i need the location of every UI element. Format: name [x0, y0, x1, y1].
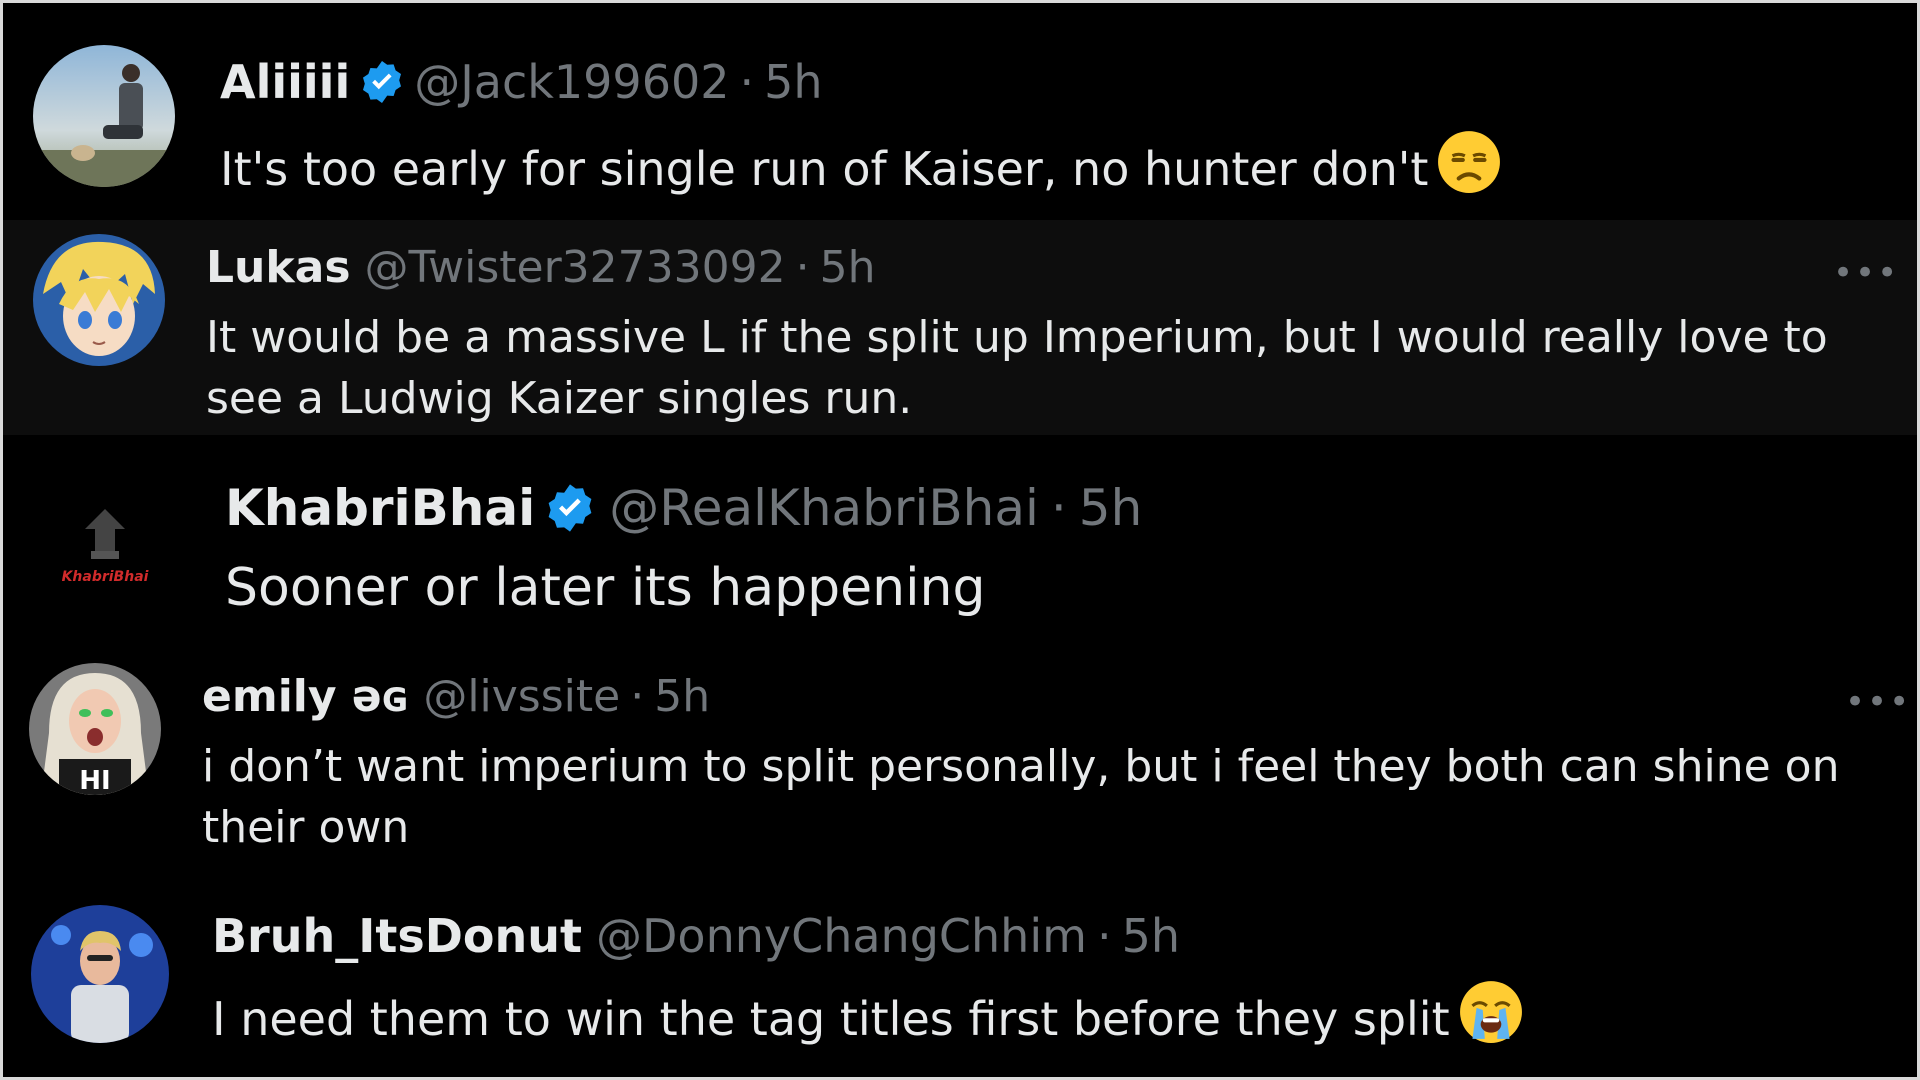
reply-text: It's too early for single run of Kaiser,… — [220, 129, 1502, 211]
reply-header: Aliiiii @Jack199602 · 5h — [220, 55, 823, 109]
display-name[interactable]: emily əɢ — [202, 671, 409, 722]
avatar[interactable] — [33, 45, 175, 187]
display-name[interactable]: Lukas — [206, 242, 351, 293]
avatar-logo-text: KhabriBhai — [62, 569, 149, 585]
avatar[interactable]: HI — [29, 663, 161, 795]
verified-badge-icon — [543, 481, 597, 535]
display-name[interactable]: Bruh_ItsDonut — [212, 909, 582, 963]
avatar[interactable] — [31, 905, 169, 1043]
avatar-image — [33, 234, 165, 366]
more-options-button[interactable]: ••• — [1833, 256, 1899, 290]
reply-text-line: see a Ludwig Kaizer singles run. — [206, 372, 913, 424]
reply-item[interactable]: Lukas @Twister32733092 · 5h ••• It would… — [3, 220, 1917, 435]
avatar-image — [31, 905, 169, 1043]
user-handle[interactable]: @RealKhabriBhai — [609, 479, 1039, 537]
reply-text: i don’t want imperium to split personall… — [202, 737, 1839, 858]
reply-header: emily əɢ @livssite · 5h — [202, 671, 710, 722]
avatar-image — [33, 45, 175, 187]
display-name[interactable]: Aliiiii — [220, 55, 350, 109]
timestamp[interactable]: 5h — [820, 242, 876, 293]
reply-text: Sooner or later its happening — [225, 553, 985, 625]
loudly-crying-face-icon — [1458, 979, 1524, 1061]
separator-dot: · — [795, 242, 810, 293]
user-handle[interactable]: @Twister32733092 — [365, 242, 786, 293]
separator-dot: · — [1096, 909, 1112, 963]
reply-item[interactable]: Bruh_ItsDonut @DonnyChangChhim · 5h I ne… — [3, 883, 1917, 1077]
user-handle[interactable]: @DonnyChangChhim — [596, 909, 1087, 963]
reply-text-content: I need them to win the tag titles first … — [212, 992, 1450, 1046]
separator-dot: · — [1050, 479, 1067, 537]
verified-badge-icon — [358, 58, 406, 106]
more-options-button[interactable]: ••• — [1845, 685, 1911, 719]
display-name[interactable]: KhabriBhai — [225, 479, 535, 537]
user-handle[interactable]: @Jack199602 — [414, 55, 729, 109]
timestamp[interactable]: 5h — [1079, 479, 1143, 537]
reply-text: I need them to win the tag titles first … — [212, 979, 1524, 1061]
timestamp[interactable]: 5h — [764, 55, 822, 109]
reply-text-line: their own — [202, 801, 410, 853]
separator-dot: · — [630, 671, 645, 722]
reply-text-line: i don’t want imperium to split personall… — [202, 741, 1840, 792]
reply-text-content: It's too early for single run of Kaiser,… — [220, 142, 1429, 196]
reply-item[interactable]: KhabriBhai KhabriBhai @RealKhabriBhai · … — [3, 435, 1917, 655]
reply-text: It would be a massive L if the split up … — [206, 308, 1828, 429]
avatar-image: HI — [29, 663, 161, 795]
avatar[interactable] — [33, 234, 165, 366]
reply-text-line: It would be a massive L if the split up … — [206, 312, 1828, 363]
avatar[interactable]: KhabriBhai — [31, 475, 179, 623]
reply-item[interactable]: Aliiiii @Jack199602 · 5h It's too early … — [3, 3, 1917, 196]
avatar-image: KhabriBhai — [31, 475, 179, 623]
avatar-shirt-text: HI — [79, 766, 110, 795]
reply-text-content: Sooner or later its happening — [225, 558, 986, 618]
reply-header: Bruh_ItsDonut @DonnyChangChhim · 5h — [212, 909, 1180, 963]
reply-item[interactable]: HI emily əɢ @livssite · 5h ••• i don’t w… — [3, 655, 1917, 883]
reply-thread: Aliiiii @Jack199602 · 5h It's too early … — [0, 0, 1920, 1080]
separator-dot: · — [739, 55, 755, 109]
reply-header: KhabriBhai @RealKhabriBhai · 5h — [225, 479, 1142, 537]
reply-header: Lukas @Twister32733092 · 5h — [206, 242, 876, 293]
user-handle[interactable]: @livssite — [423, 671, 620, 722]
timestamp[interactable]: 5h — [654, 671, 710, 722]
timestamp[interactable]: 5h — [1122, 909, 1180, 963]
unamused-face-icon — [1436, 129, 1502, 211]
